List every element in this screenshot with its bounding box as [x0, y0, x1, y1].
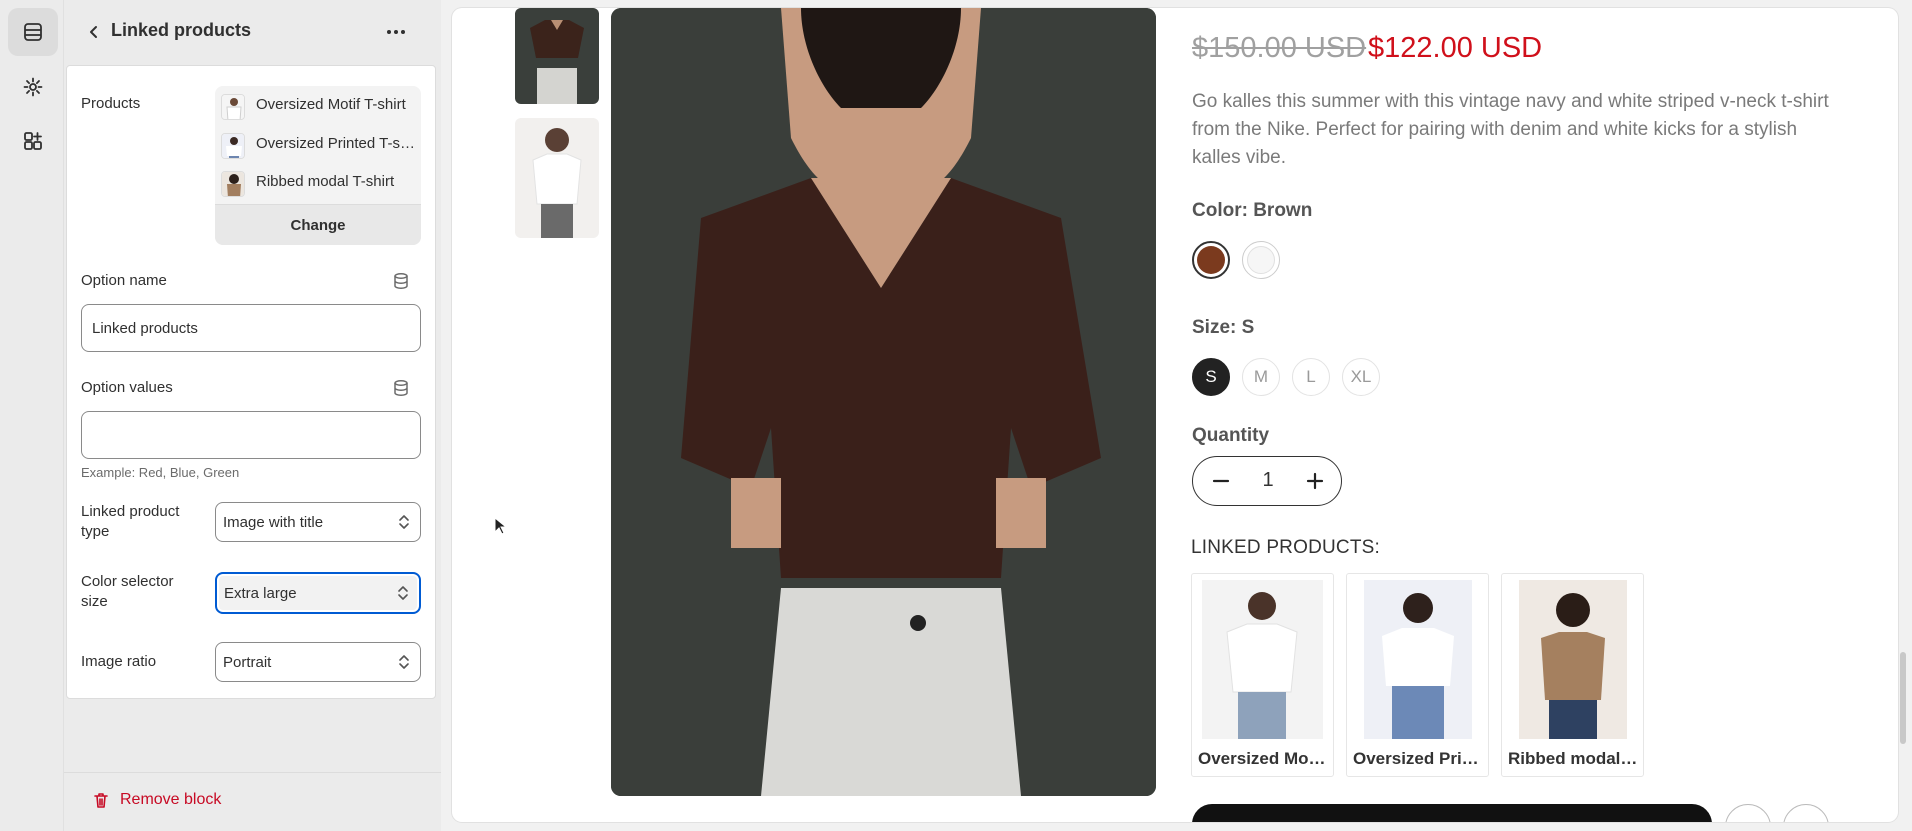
quantity-stepper: 1 [1192, 456, 1342, 506]
linked-products-title: LINKED PRODUCTS: [1191, 537, 1381, 558]
color-swatch-white[interactable] [1242, 241, 1280, 279]
swatch-fill [1247, 246, 1275, 274]
minus-icon [1212, 479, 1230, 483]
increase-quantity-button[interactable] [1303, 469, 1327, 493]
dynamic-source-icon[interactable] [392, 379, 410, 397]
linked-product-name: Oversized Motif T-shirt [1198, 749, 1328, 768]
color-option-title: Color: Brown [1192, 200, 1313, 221]
remove-block-area: Remove block [64, 772, 441, 831]
image-ratio-value: Portrait [223, 653, 272, 671]
color-selector-size-value: Extra large [224, 584, 297, 602]
product-item[interactable]: Ribbed modal T-shirt [215, 163, 421, 201]
product-name: Ribbed modal T-shirt [256, 173, 395, 190]
image-ratio-label: Image ratio [81, 653, 157, 670]
linked-product-card[interactable]: Oversized Motif T-shirt [1191, 573, 1334, 777]
product-thumbnail [221, 94, 245, 120]
back-button[interactable] [78, 16, 110, 48]
chevron-left-icon [90, 26, 97, 38]
linked-product-type-value: Image with title [223, 513, 324, 531]
product-thumbnail [221, 133, 245, 159]
select-chevron-icon [399, 655, 409, 669]
wishlist-button[interactable] [1725, 804, 1771, 822]
sections-button[interactable] [8, 8, 58, 56]
option-values-input[interactable] [81, 411, 421, 459]
sale-price: $122.00 USD [1368, 32, 1543, 64]
linked-product-card[interactable]: Ribbed modal T-shirt [1501, 573, 1644, 777]
products-label: Products [81, 95, 141, 112]
mouse-cursor-icon [494, 517, 506, 535]
main-product-image[interactable] [611, 8, 1156, 796]
products-list: Oversized Motif T-shirt Oversized Printe… [215, 86, 421, 245]
linked-product-type-select[interactable]: Image with title [215, 502, 421, 542]
change-products-button[interactable]: Change [215, 204, 421, 245]
color-selector-size-label: Color selector size [81, 573, 174, 610]
color-swatch-brown[interactable] [1192, 241, 1230, 279]
image-ratio-select[interactable]: Portrait [215, 642, 421, 682]
apps-button[interactable] [8, 117, 58, 165]
remove-block-button[interactable]: Remove block [92, 791, 221, 809]
option-name-label: Option name [81, 272, 167, 289]
option-values-label: Option values [81, 379, 173, 396]
option-name-input[interactable] [81, 304, 421, 352]
quantity-value[interactable]: 1 [1253, 469, 1283, 492]
linked-products-block[interactable]: LINKED PRODUCTS: Oversized Motif T-shirt… [1167, 520, 1667, 796]
product-thumbnail [221, 171, 245, 197]
linked-product-card[interactable]: Oversized Printed T-shirt [1346, 573, 1489, 777]
theme-preview: $150.00 USD $122.00 USD Go kalles this s… [452, 8, 1898, 822]
decrease-quantity-button[interactable] [1209, 469, 1233, 493]
linked-product-type-label: Linked product type [81, 503, 180, 540]
trash-icon [94, 793, 108, 808]
remove-block-label: Remove block [120, 791, 222, 808]
size-option[interactable]: XL [1342, 358, 1380, 396]
more-actions-button[interactable] [380, 16, 412, 48]
size-option-title: Size: S [1192, 317, 1255, 338]
size-option[interactable]: M [1242, 358, 1280, 396]
icon-rail [0, 0, 64, 831]
product-name: Oversized Motif T-shirt [256, 96, 406, 113]
settings-panel: Products Oversized Motif T-shirt Oversiz… [66, 65, 436, 699]
option-values-hint: Example: Red, Blue, Green [81, 465, 240, 480]
settings-gear-icon [23, 77, 43, 97]
add-to-cart-button[interactable] [1192, 804, 1712, 822]
sections-icon [24, 23, 42, 41]
quantity-title: Quantity [1192, 425, 1270, 446]
preview-scrollbar[interactable] [1900, 652, 1906, 744]
gallery-thumbnail[interactable] [515, 8, 599, 104]
product-item[interactable]: Oversized Motif T-shirt [215, 86, 421, 124]
select-chevron-icon [399, 515, 409, 529]
swatch-fill [1197, 246, 1225, 274]
gallery-thumbnail[interactable] [515, 118, 599, 238]
linked-product-name: Oversized Printed T-shirt [1353, 749, 1483, 768]
apps-icon [24, 132, 42, 150]
select-chevron-icon [398, 586, 408, 600]
product-item[interactable]: Oversized Printed T-shirt [215, 125, 421, 163]
sidebar-header: Linked products [64, 0, 441, 64]
linked-product-image [1519, 580, 1627, 739]
compare-button[interactable] [1783, 804, 1829, 822]
sidebar-title: Linked products [111, 20, 252, 40]
plus-icon [1306, 472, 1324, 490]
block-settings-sidebar: Linked products Products Oversized Motif… [64, 0, 441, 831]
compare-at-price: $150.00 USD [1192, 32, 1367, 64]
linked-product-image [1364, 580, 1472, 739]
product-description: Go kalles this summer with this vintage … [1192, 91, 1829, 168]
color-selector-size-select[interactable]: Extra large [215, 572, 421, 614]
linked-product-name: Ribbed modal T-shirt [1508, 749, 1638, 768]
linked-product-image [1202, 580, 1323, 739]
dynamic-source-icon[interactable] [392, 272, 410, 290]
ellipsis-icon [387, 30, 405, 34]
settings-button[interactable] [8, 63, 58, 111]
product-name: Oversized Printed T-shirt [256, 135, 416, 152]
size-option[interactable]: S [1192, 358, 1230, 396]
size-option[interactable]: L [1292, 358, 1330, 396]
